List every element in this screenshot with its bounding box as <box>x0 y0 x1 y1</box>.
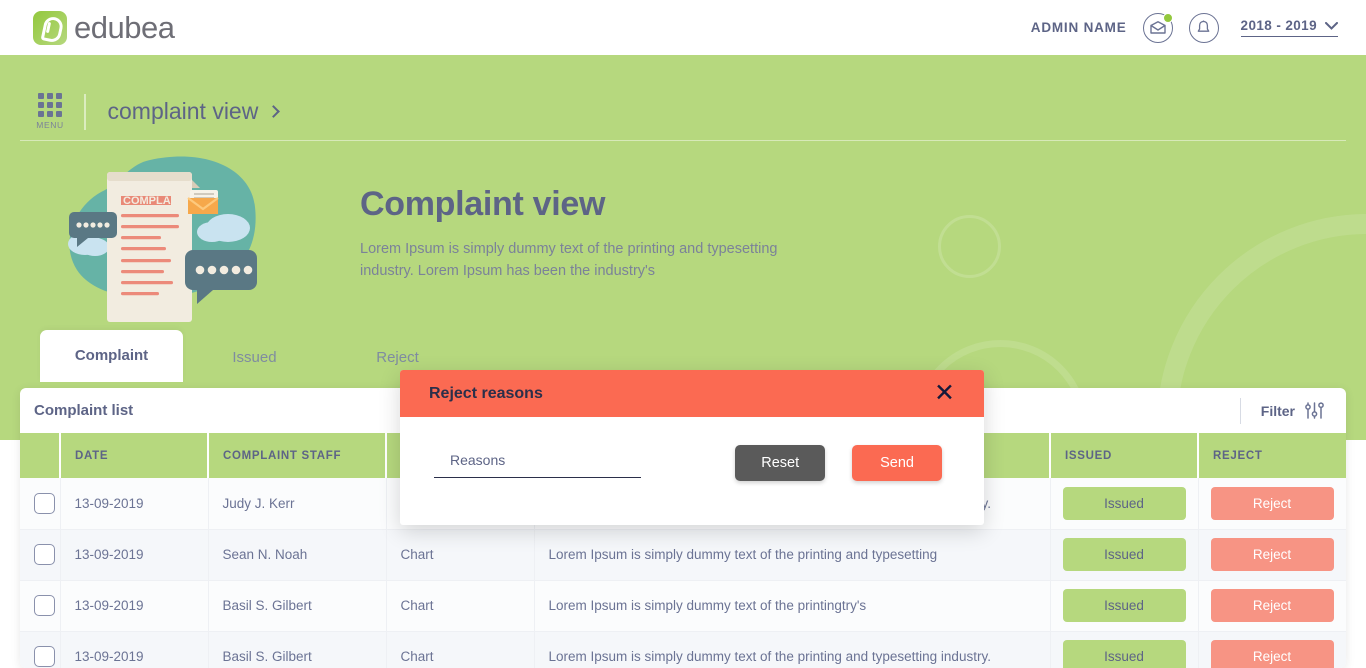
reset-button[interactable]: Reset <box>735 445 826 481</box>
row-checkbox-cell[interactable] <box>20 478 61 530</box>
table-row[interactable]: 13-09-2019 Sean N. Noah Chart Lorem Ipsu… <box>20 529 1346 581</box>
hero-body: COMPLAINT Complaint view Lorem Ipsum is … <box>0 147 1366 327</box>
cell-type: Chart <box>386 529 535 581</box>
modal-header: Reject reasons ✕ <box>400 370 984 417</box>
breadcrumb: MENU complaint view <box>20 83 1346 141</box>
close-icon[interactable]: ✕ <box>934 381 955 406</box>
cell-issued: Issued <box>1050 478 1199 530</box>
card-title: Complaint list <box>34 402 134 419</box>
menu-button[interactable]: MENU <box>30 93 70 130</box>
cell-staff: Basil S. Gilbert <box>208 580 387 632</box>
cell-date: 13-09-2019 <box>60 580 209 632</box>
tab-issued-label: Issued <box>232 349 277 366</box>
filter-label: Filter <box>1260 402 1295 419</box>
reject-button[interactable]: Reject <box>1210 486 1334 520</box>
modal-body: Reset Send <box>400 417 984 481</box>
tab-complaint-label: Complaint <box>74 347 149 364</box>
page-title: Complaint view <box>360 185 606 223</box>
hero-text: Complaint view Lorem Ipsum is simply dum… <box>360 185 780 327</box>
table-row[interactable]: 13-09-2019 Basil S. Gilbert Chart Lorem … <box>20 631 1346 668</box>
cell-description: Lorem Ipsum is simply dummy text of the … <box>534 580 1051 632</box>
row-checkbox[interactable] <box>34 544 55 565</box>
admin-name-label: ADMIN NAME <box>1030 20 1127 35</box>
tab-complaint[interactable]: Complaint <box>40 330 183 382</box>
reasons-input[interactable] <box>434 448 642 478</box>
cell-type: Chart <box>386 631 535 668</box>
cell-date: 13-09-2019 <box>60 529 209 581</box>
breadcrumb-current[interactable]: complaint view <box>107 98 281 125</box>
top-bar: edubea ADMIN NAME 2018 - 2019 <box>0 0 1366 57</box>
reject-button[interactable]: Reject <box>1210 589 1334 622</box>
page-subtitle: Lorem Ipsum is simply dummy text of the … <box>360 241 778 279</box>
row-checkbox-cell[interactable] <box>20 529 61 581</box>
cell-staff: Sean N. Noah <box>208 529 387 581</box>
brand-name: edubea <box>74 9 175 45</box>
cell-issued: Issued <box>1050 529 1199 581</box>
complaint-illustration: COMPLAINT <box>55 152 305 327</box>
column-header-select <box>20 433 61 478</box>
cell-reject: Reject <box>1198 580 1346 632</box>
row-checkbox-cell[interactable] <box>20 631 61 668</box>
chevron-down-icon <box>1325 21 1338 30</box>
top-bar-right: ADMIN NAME 2018 - 2019 <box>1030 12 1338 43</box>
filter-sliders-icon <box>1305 402 1324 419</box>
menu-label: MENU <box>36 120 64 130</box>
reject-button[interactable]: Reject <box>1210 640 1334 668</box>
issued-button[interactable]: Issued <box>1062 640 1186 668</box>
issued-button[interactable]: Issued <box>1062 486 1186 520</box>
cell-staff: Basil S. Gilbert <box>208 631 387 668</box>
cell-description: Lorem Ipsum is simply dummy text of the … <box>534 631 1051 668</box>
tab-reject-label: Reject <box>376 349 419 366</box>
modal-title: Reject reasons <box>429 384 543 402</box>
column-header-date: DATE <box>60 433 209 478</box>
cell-date: 13-09-2019 <box>60 478 209 530</box>
mail-notification-badge <box>1162 12 1173 23</box>
brand-logo[interactable]: edubea <box>33 9 175 46</box>
breadcrumb-title-text: complaint view <box>107 98 259 124</box>
filter-button[interactable]: Filter <box>1239 397 1324 424</box>
cell-reject: Reject <box>1198 631 1346 668</box>
send-button[interactable]: Send <box>852 445 942 481</box>
chevron-right-icon <box>267 105 281 118</box>
cell-reject: Reject <box>1198 529 1346 581</box>
cell-date: 13-09-2019 <box>60 631 209 668</box>
tab-issued[interactable]: Issued <box>183 333 326 382</box>
breadcrumb-divider <box>84 93 86 130</box>
row-checkbox[interactable] <box>34 646 55 667</box>
row-checkbox[interactable] <box>34 492 55 514</box>
table-row[interactable]: 13-09-2019 Basil S. Gilbert Chart Lorem … <box>20 580 1346 632</box>
mail-icon[interactable] <box>1142 12 1173 43</box>
issued-button[interactable]: Issued <box>1062 589 1186 622</box>
academic-year-value: 2018 - 2019 <box>1240 18 1317 33</box>
grid-menu-icon <box>38 93 62 117</box>
cell-description: Lorem Ipsum is simply dummy text of the … <box>534 529 1051 581</box>
bell-icon[interactable] <box>1188 12 1219 43</box>
cell-staff: Judy J. Kerr <box>208 478 387 530</box>
academic-year-select[interactable]: 2018 - 2019 <box>1240 18 1338 37</box>
reject-reasons-modal: Reject reasons ✕ Reset Send <box>400 370 984 525</box>
cell-issued: Issued <box>1050 580 1199 632</box>
row-checkbox[interactable] <box>34 595 55 616</box>
column-header-reject: REJECT <box>1198 433 1346 478</box>
cell-issued: Issued <box>1050 631 1199 668</box>
svg-text:COMPLAINT: COMPLAINT <box>123 195 189 207</box>
edubea-logo-icon <box>33 10 67 45</box>
reject-button[interactable]: Reject <box>1210 538 1334 571</box>
cell-type: Chart <box>386 580 535 632</box>
row-checkbox-cell[interactable] <box>20 580 61 632</box>
column-header-issued: ISSUED <box>1050 433 1199 478</box>
cell-reject: Reject <box>1198 478 1346 530</box>
column-header-staff: COMPLAINT STAFF <box>208 433 387 478</box>
issued-button[interactable]: Issued <box>1062 538 1186 571</box>
